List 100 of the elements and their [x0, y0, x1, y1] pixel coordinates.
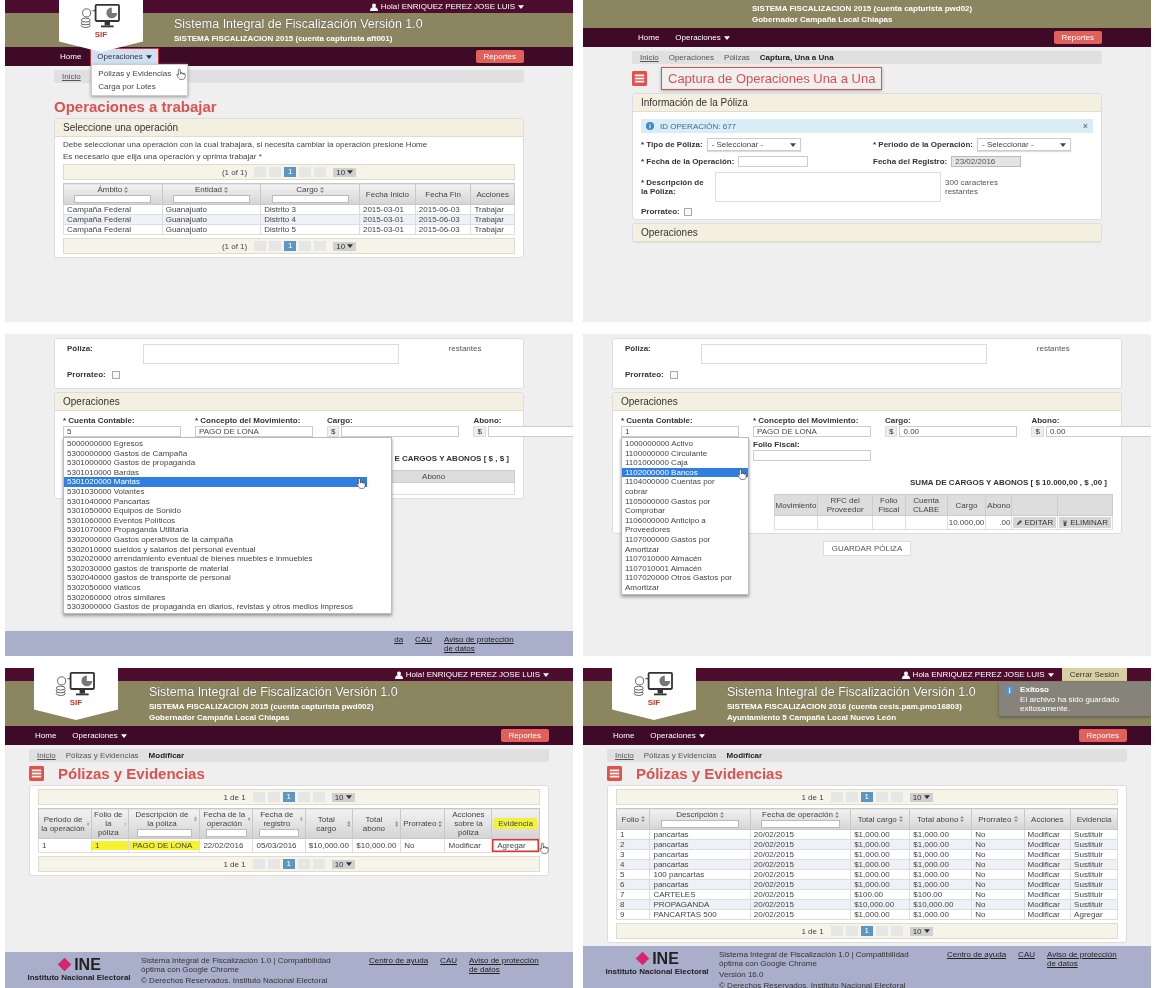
breadcrumb-item[interactable]: Pólizas [724, 53, 750, 62]
input-field[interactable]: 0.00 [1045, 426, 1151, 437]
checkbox[interactable] [111, 370, 120, 379]
sort-icon[interactable] [640, 816, 645, 822]
sort-icon[interactable] [320, 186, 325, 193]
footer-link[interactable]: Centro de ayuda [946, 950, 1007, 968]
filter-field[interactable] [173, 195, 250, 203]
input-field[interactable]: 1 [621, 426, 739, 437]
menu-item[interactable]: Pólizas y Evidencias [92, 67, 188, 80]
user-menu-button[interactable]: Hola! ENRIQUEZ PEREZ JOSE LUIS [369, 2, 524, 11]
input-field[interactable]: PAGO DE LONA [195, 426, 313, 437]
footer-link[interactable]: Aviso de protección de datos [469, 956, 549, 974]
footer-link[interactable]: Centro de ayuda [368, 956, 429, 974]
menu-icon[interactable] [632, 71, 647, 86]
breadcrumb-link[interactable]: Inicio [62, 72, 81, 81]
nav-item[interactable]: Operaciones [91, 49, 158, 64]
suggestion-item[interactable]: 1100000000 Circulante [622, 448, 748, 459]
suggestion-item[interactable]: 5300000000 Gastos de Campaña [64, 448, 367, 459]
logout-button[interactable]: Cerrar Sesión [1061, 668, 1127, 681]
nav-item[interactable]: Operaciones [644, 728, 711, 743]
filter-field[interactable] [206, 829, 247, 837]
nav-item[interactable]: Home [607, 728, 641, 743]
suggestion-item[interactable]: 1102000000 Bancos [622, 467, 748, 478]
suggestion-item[interactable]: 5301050000 Equipos de Sonido [64, 506, 367, 516]
close-button[interactable]: × [1082, 121, 1088, 131]
sort-icon[interactable] [248, 816, 251, 822]
checkbox[interactable] [669, 370, 678, 379]
select-field[interactable]: - Seleccionar - [706, 138, 801, 151]
sort-icon[interactable] [300, 816, 303, 822]
filter-field[interactable] [137, 829, 192, 837]
select-field[interactable]: - Seleccionar - [977, 138, 1072, 151]
reports-button[interactable]: Reportes [1053, 31, 1102, 44]
suggestion-item[interactable]: 1000000000 Activo [622, 439, 748, 449]
suggestion-item[interactable]: 5302020000 arrendamiento eventual de bienes muebles e inmuebles [64, 554, 367, 564]
nav-item[interactable]: Home [632, 30, 666, 45]
textarea-field[interactable] [142, 344, 399, 364]
save-button[interactable]: GUARDAR PÓLIZA [822, 541, 912, 556]
filter-field[interactable] [271, 195, 349, 203]
page-size-select[interactable]: 10 [333, 167, 357, 177]
reports-button[interactable]: Reportes [475, 50, 524, 63]
filter-field[interactable] [661, 820, 740, 828]
sort-icon[interactable] [224, 186, 229, 193]
suggestion-item[interactable]: 1101000000 Caja [622, 458, 748, 468]
breadcrumb-item[interactable]: Pólizas y Evidencias [643, 751, 717, 760]
user-menu-button[interactable]: Hola ENRIQUEZ PEREZ JOSE LUIS [901, 670, 1054, 679]
suggestion-item[interactable]: 5302030000 gastos de transporte de material [64, 563, 367, 574]
filter-field[interactable] [761, 820, 840, 828]
input-field[interactable] [753, 450, 871, 461]
suggestion-item[interactable]: 5301020000 Mantas [64, 477, 367, 487]
page-size-select[interactable]: 10 [331, 859, 355, 869]
suggestion-item[interactable]: 5302010000 sueldos y salarios del personal eventual [64, 544, 367, 555]
reports-button[interactable]: Reportes [1078, 729, 1127, 742]
nav-item[interactable]: Operaciones [66, 728, 133, 743]
suggestion-item[interactable]: 5301040000 Pancartas [64, 496, 367, 507]
input-field[interactable] [487, 426, 573, 437]
suggestion-item[interactable]: 5301060000 Eventos Políticos [64, 515, 367, 526]
sort-icon[interactable] [960, 816, 965, 822]
input-field[interactable]: PAGO DE LONA [753, 426, 871, 437]
suggestion-item[interactable]: 5302040000 gastos de transporte de personal [64, 573, 367, 583]
delete-button[interactable]: ELIMINAR [1059, 517, 1111, 528]
footer-link[interactable]: CAU [440, 956, 457, 974]
suggestion-item[interactable]: 5303000000 Gastos de propaganda en diarios, revistas y otros medios impresos [64, 602, 367, 612]
reports-button[interactable]: Reportes [500, 729, 549, 742]
sort-icon[interactable] [438, 820, 443, 827]
suggestion-item[interactable]: 5302000000 Gastos operativos de la campaña [64, 534, 367, 545]
footer-link[interactable]: Aviso de protección de datos [444, 635, 524, 653]
sort-icon[interactable] [124, 186, 129, 193]
sort-icon[interactable] [720, 811, 724, 818]
suggestion-item[interactable]: 5302050000 viáticos [64, 582, 367, 593]
suggestion-item[interactable]: 1107010001 Almacén [622, 563, 748, 574]
page-size-select[interactable]: 10 [909, 926, 933, 936]
menu-icon[interactable] [607, 766, 622, 781]
edit-button[interactable]: EDITAR [1013, 517, 1057, 528]
footer-link[interactable]: CAU [415, 635, 432, 653]
filter-field[interactable] [74, 195, 152, 203]
textarea-field[interactable] [700, 344, 987, 364]
suggestion-item[interactable]: 5301030000 Volantes [64, 486, 367, 497]
breadcrumb-item[interactable]: Pólizas y Evidencias [65, 751, 139, 760]
sort-icon[interactable] [834, 811, 839, 818]
suggestion-item[interactable]: 1107010000 Almacén [622, 554, 748, 564]
nav-item[interactable]: Home [29, 728, 63, 743]
suggestion-item[interactable]: 1105000000 Gastos por Comprobar [622, 496, 748, 516]
user-menu-button[interactable]: Hola! ENRIQUEZ PEREZ JOSE LUIS [394, 670, 549, 679]
breadcrumb-item[interactable]: Operaciones [668, 53, 715, 62]
footer-link[interactable]: da [394, 635, 404, 653]
breadcrumb-link[interactable]: Inicio [615, 751, 634, 760]
menu-icon[interactable] [29, 766, 44, 781]
checkbox[interactable] [683, 207, 692, 216]
breadcrumb-link[interactable]: Inicio [640, 53, 659, 62]
breadcrumb-link[interactable]: Inicio [37, 751, 56, 760]
suggestion-item[interactable]: 1106000000 Anticipo a Proveedores [622, 515, 748, 535]
page-size-select[interactable]: 10 [331, 792, 355, 802]
suggestion-item[interactable]: 1107000000 Gastos por Amortizar [622, 534, 748, 555]
page-size-select[interactable]: 10 [909, 792, 933, 802]
nav-item[interactable]: Operaciones [669, 30, 736, 45]
suggestion-item[interactable]: 5301000000 Gastos de propaganda [64, 458, 367, 468]
suggestion-item[interactable]: 1107020000 Otros Gastos por Amortizar [622, 573, 748, 593]
footer-link[interactable]: CAU [1018, 950, 1035, 968]
suggestion-item[interactable]: 1104000000 Cuentas por cobrar [622, 477, 748, 497]
sort-icon[interactable] [1013, 816, 1018, 822]
